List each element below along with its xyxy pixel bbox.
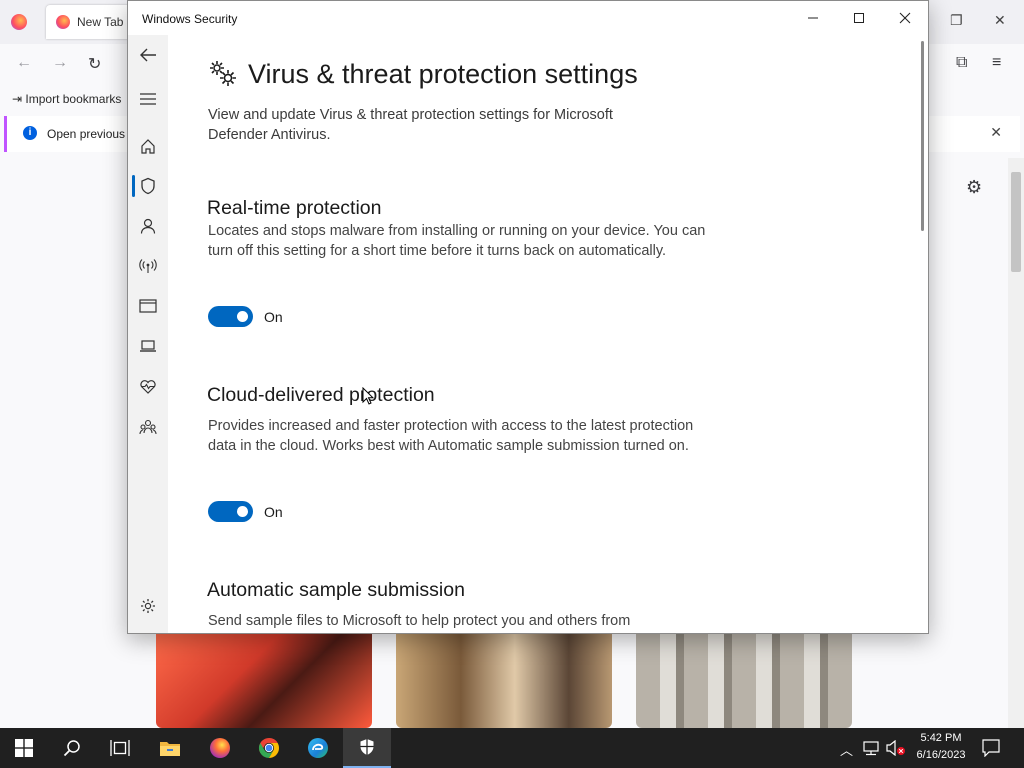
new-tab-settings-icon[interactable]: ⚙ <box>966 177 982 198</box>
toggle-knob <box>237 311 248 322</box>
wifi-antenna-icon <box>139 259 157 273</box>
toggle-knob <box>237 506 248 517</box>
back-button[interactable] <box>128 35 168 75</box>
clock-date[interactable]: 6/16/2023 <box>909 749 973 761</box>
task-view-icon <box>110 740 130 756</box>
cloud-protection-title: Cloud-delivered protection <box>207 384 435 406</box>
browser-extensions-icon[interactable]: ⧉ <box>956 54 967 72</box>
folder-icon <box>160 742 180 756</box>
realtime-protection-description: Locates and stops malware from installin… <box>208 223 706 259</box>
person-icon <box>140 218 156 234</box>
page-title: Virus & threat protection settings <box>248 59 638 89</box>
cloud-protection-state: On <box>264 504 283 520</box>
window-scrollbar[interactable] <box>921 41 924 231</box>
clock-time[interactable]: 5:42 PM <box>912 732 970 744</box>
search-button[interactable] <box>48 728 96 768</box>
sidebar-item-device-security[interactable] <box>128 326 168 366</box>
story-image[interactable] <box>636 634 852 728</box>
volume-muted-icon[interactable] <box>886 740 906 756</box>
minimize-icon <box>808 17 818 19</box>
chrome-icon <box>259 738 279 758</box>
info-icon: i <box>23 126 37 140</box>
heart-pulse-icon <box>140 380 156 394</box>
minimize-button[interactable] <box>790 1 836 35</box>
edge-icon <box>308 738 328 758</box>
sidebar-item-firewall[interactable] <box>128 246 168 286</box>
main-content[interactable]: Virus & threat protection settings View … <box>168 35 920 633</box>
browser-scrollbar-thumb[interactable] <box>1011 172 1021 272</box>
browser-forward-icon[interactable]: → <box>52 54 68 72</box>
search-icon <box>63 740 80 757</box>
notification-close-icon[interactable]: ✕ <box>990 124 1002 141</box>
windows-security-window: Windows Security Virus & threat protecti… <box>127 0 929 634</box>
realtime-protection-title: Real-time protection <box>207 197 382 219</box>
hamburger-icon <box>140 93 156 105</box>
realtime-protection-state: On <box>264 309 283 325</box>
cloud-protection-toggle[interactable] <box>208 501 253 522</box>
sidebar-item-settings[interactable] <box>128 586 168 626</box>
browser-tab-label: New Tab <box>77 15 124 29</box>
chrome-taskbar-button[interactable] <box>245 728 293 768</box>
sidebar-item-home[interactable] <box>128 126 168 166</box>
family-icon <box>139 419 157 435</box>
page-intro: View and update Virus & threat protectio… <box>208 107 613 143</box>
firefox-tab-icon <box>56 15 70 29</box>
cloud-protection-description: Provides increased and faster protection… <box>208 418 694 454</box>
notifications-icon[interactable] <box>982 739 1000 757</box>
realtime-protection-toggle[interactable] <box>208 306 253 327</box>
close-icon <box>899 12 911 24</box>
firefox-icon[interactable] <box>11 14 27 30</box>
sidebar-item-account-protection[interactable] <box>128 206 168 246</box>
window-title: Windows Security <box>142 12 238 26</box>
maximize-icon <box>854 13 864 23</box>
windows-security-taskbar-button[interactable] <box>343 728 391 768</box>
browser-back-icon[interactable]: ← <box>16 54 32 72</box>
sample-submission-title: Automatic sample submission <box>207 579 465 601</box>
browser-window-icon <box>139 299 157 313</box>
story-image[interactable] <box>156 634 372 728</box>
browser-menu-icon[interactable]: ≡ <box>992 54 1001 72</box>
gears-icon <box>210 61 236 86</box>
browser-scrollbar[interactable] <box>1008 158 1024 728</box>
browser-restore-icon[interactable]: ❐ <box>950 12 963 29</box>
shield-icon <box>360 739 374 755</box>
import-icon: ⇥ <box>12 92 23 106</box>
file-explorer-button[interactable] <box>146 728 194 768</box>
edge-taskbar-button[interactable] <box>294 728 342 768</box>
sample-submission-description: Send sample files to Microsoft to help p… <box>208 613 631 629</box>
show-hidden-icons-button[interactable]: ︿ <box>840 740 853 759</box>
maximize-button[interactable] <box>836 1 882 35</box>
task-view-button[interactable] <box>96 728 144 768</box>
shield-icon <box>141 177 155 195</box>
gear-icon <box>141 599 155 613</box>
notification-text: Open previous t <box>47 127 132 141</box>
firefox-icon <box>210 738 230 758</box>
browser-close-icon[interactable]: ✕ <box>994 12 1006 29</box>
back-arrow-icon <box>140 48 156 62</box>
story-image[interactable] <box>396 634 612 728</box>
firefox-taskbar-button[interactable] <box>196 728 244 768</box>
mouse-cursor-icon <box>362 387 374 405</box>
import-bookmarks-link[interactable]: ⇥ Import bookmarks <box>12 92 121 106</box>
import-bookmarks-label: Import bookmarks <box>25 92 122 106</box>
home-icon <box>141 139 155 154</box>
menu-button[interactable] <box>128 79 168 119</box>
sidebar-item-virus-protection[interactable] <box>128 166 168 206</box>
taskbar: ︿ 5:42 PM 6/16/2023 <box>0 728 1024 768</box>
sidebar-item-family-options[interactable] <box>128 407 168 447</box>
sidebar-item-app-browser-control[interactable] <box>128 286 168 326</box>
nav-sidebar <box>128 35 168 633</box>
start-button[interactable] <box>0 728 48 768</box>
windows-logo-icon <box>15 739 33 757</box>
network-icon[interactable] <box>862 740 880 756</box>
browser-reload-icon[interactable]: ↻ <box>88 54 101 74</box>
title-bar[interactable]: Windows Security <box>128 1 928 35</box>
close-button[interactable] <box>882 1 928 35</box>
sidebar-item-device-performance[interactable] <box>128 366 168 406</box>
laptop-icon <box>140 340 156 352</box>
